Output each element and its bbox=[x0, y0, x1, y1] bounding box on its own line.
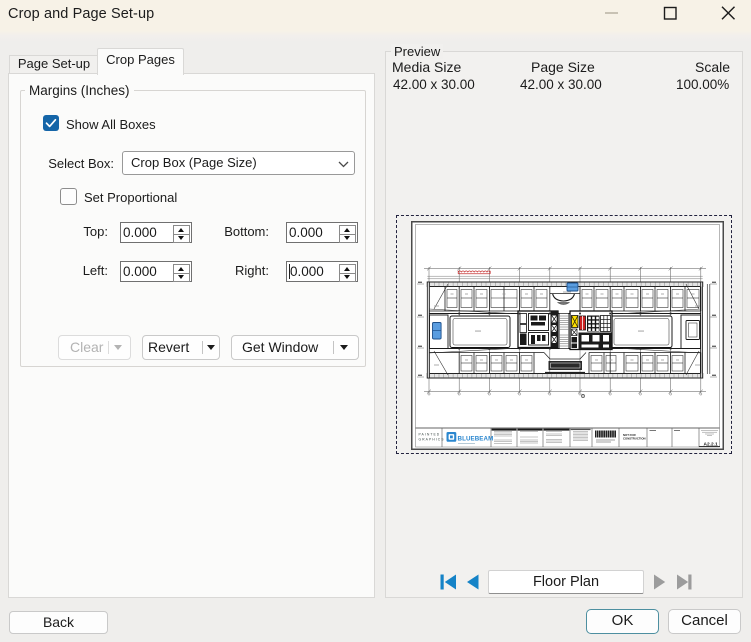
svg-text:BLUEBEAM: BLUEBEAM bbox=[458, 436, 494, 443]
svg-text:PAINTED: PAINTED bbox=[419, 433, 441, 437]
svg-text:GRAPHICS: GRAPHICS bbox=[419, 438, 445, 442]
svg-text:CONSTRUCTION: CONSTRUCTION bbox=[623, 437, 646, 441]
